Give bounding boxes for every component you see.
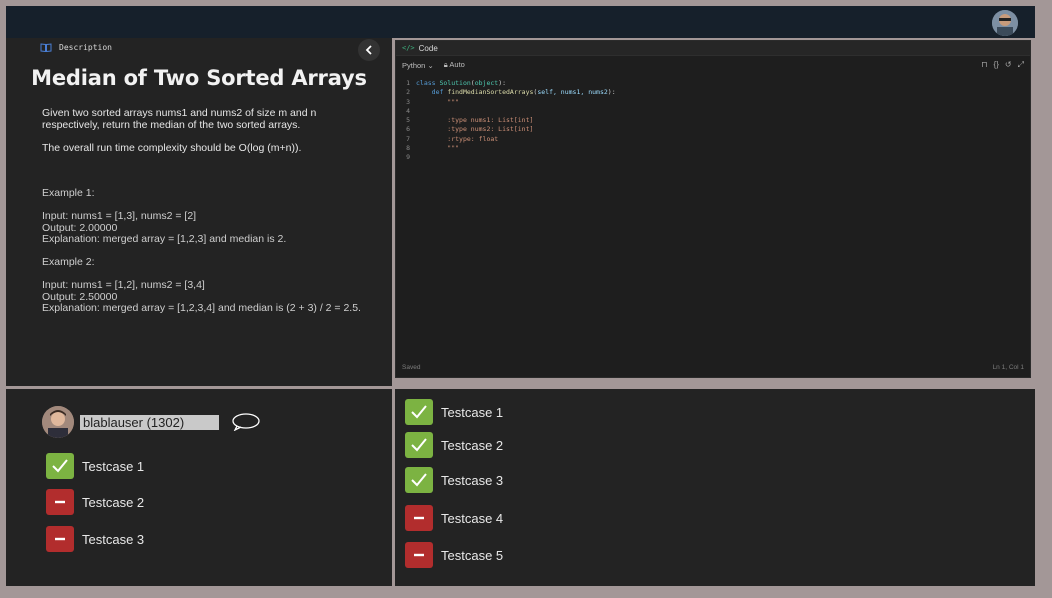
example-line: Explanation: merged array = [1,2,3] and … <box>42 233 287 245</box>
language-select[interactable]: Python ⌄ <box>402 61 434 70</box>
example-line: Input: nums1 = [1,3], nums2 = [2] <box>42 210 197 222</box>
chat-bubble-icon[interactable] <box>231 413 261 431</box>
problem-statement: Given two sorted arrays nums1 and nums2 … <box>42 107 372 165</box>
testcase-label: Testcase 1 <box>82 458 145 474</box>
line-number: 9 <box>406 153 410 162</box>
mode-label: Auto <box>449 60 465 69</box>
top-bar <box>6 6 1035 38</box>
code-line: 7 :rtype: float <box>396 135 1030 144</box>
testcase-item[interactable]: Testcase 2 <box>405 432 503 458</box>
testcase-label: Testcase 2 <box>441 437 504 453</box>
code-line: 4 <box>396 107 1030 116</box>
testcase-item[interactable]: Testcase 3 <box>405 467 503 493</box>
testcase-item[interactable]: Testcase 3 <box>46 526 144 552</box>
line-number: 3 <box>406 97 410 106</box>
testcase-item[interactable]: Testcase 1 <box>46 453 144 479</box>
editor-status-bar: Saved Ln 1, Col 1 <box>402 364 1024 371</box>
code-line: 6 :type nums2: List[int] <box>396 125 1030 134</box>
code-tag-icon: </> <box>402 44 415 52</box>
user-avatar[interactable] <box>992 10 1018 36</box>
code-line: 3 """ <box>396 98 1030 107</box>
line-number: 7 <box>406 134 410 143</box>
line-number: 5 <box>406 116 410 125</box>
player-name: blablauser (1302) <box>80 414 219 430</box>
check-icon <box>405 467 433 493</box>
testcase-label: Testcase 2 <box>82 494 145 510</box>
code-toolbar: Python ⌄ 🔒︎ Auto ⊓ {} ↺ ⤢ <box>396 56 1030 74</box>
code-line: 2 def findMedianSortedArrays(self, nums1… <box>396 88 1030 97</box>
code-line: 9 <box>396 153 1030 162</box>
examples: Example 1: Input: nums1 = [1,3], nums2 =… <box>42 187 382 326</box>
minus-icon <box>405 542 433 568</box>
code-line: 8 """ <box>396 144 1030 153</box>
code-line: 5 :type nums1: List[int] <box>396 116 1030 125</box>
testcase-label: Testcase 3 <box>82 531 145 547</box>
example-label: Example 2: <box>42 256 95 268</box>
check-icon <box>405 399 433 425</box>
example-line: Input: nums1 = [1,2], nums2 = [3,4] <box>42 279 205 291</box>
testcase-panel: Testcase 1 Testcase 2 Testcase 3 Testcase 4… <box>395 389 1035 586</box>
code-panel: </> Code Python ⌄ 🔒︎ Auto ⊓ {} ↺ ⤢ 1 clas… <box>395 40 1031 378</box>
bookmark-icon[interactable]: ⊓ <box>981 60 987 70</box>
example-label: Example 1: <box>42 187 95 199</box>
example-line: Explanation: merged array = [1,2,3,4] an… <box>42 302 361 314</box>
minus-icon <box>405 505 433 531</box>
testcase-item[interactable]: Testcase 2 <box>46 489 144 515</box>
player-row: blablauser (1302) <box>42 406 261 438</box>
language-label: Python <box>402 60 426 70</box>
description-tab-label: Description <box>59 43 112 52</box>
testcase-label: Testcase 5 <box>441 547 504 563</box>
line-number: 8 <box>406 144 410 153</box>
code-line: 1 class Solution(object): <box>396 79 1030 88</box>
player-panel: blablauser (1302) Testcase 1 Testcase 2 Te… <box>6 389 392 586</box>
reset-icon[interactable]: ↺ <box>1005 60 1012 70</box>
expand-icon[interactable]: ⤢ <box>1018 60 1024 70</box>
line-number: 1 <box>406 79 410 87</box>
line-number: 2 <box>406 88 410 97</box>
book-icon <box>40 43 52 52</box>
description-panel: Description Median of Two Sorted Arrays … <box>6 38 392 386</box>
cursor-position: Ln 1, Col 1 <box>992 364 1024 371</box>
line-number: 4 <box>406 106 410 115</box>
save-status: Saved <box>402 364 421 371</box>
testcase-item[interactable]: Testcase 1 <box>405 399 503 425</box>
problem-paragraph: The overall run time complexity should b… <box>42 142 302 154</box>
testcase-label: Testcase 1 <box>441 404 504 420</box>
line-number: 6 <box>406 125 410 134</box>
check-icon <box>405 432 433 458</box>
testcase-label: Testcase 4 <box>441 510 504 526</box>
minus-icon <box>46 489 74 515</box>
chevron-left-icon <box>365 45 372 55</box>
code-tab[interactable]: </> Code <box>396 41 1030 56</box>
lock-icon: 🔒︎ <box>443 60 448 69</box>
testcase-item[interactable]: Testcase 5 <box>405 542 503 568</box>
code-editor[interactable]: 1 class Solution(object): 2 def findMedian… <box>396 79 1030 163</box>
braces-icon[interactable]: {} <box>994 60 999 70</box>
code-tab-label: Code <box>418 43 438 53</box>
testcase-item[interactable]: Testcase 4 <box>405 505 503 531</box>
problem-paragraph: Given two sorted arrays nums1 and nums2 … <box>42 107 317 131</box>
player-avatar <box>42 406 74 438</box>
mode-select[interactable]: 🔒︎ Auto <box>444 60 465 70</box>
problem-title: Median of Two Sorted Arrays <box>31 66 367 90</box>
description-tab[interactable]: Description <box>40 43 112 52</box>
testcase-label: Testcase 3 <box>441 472 504 488</box>
collapse-button[interactable] <box>358 39 380 61</box>
check-icon <box>46 453 74 479</box>
minus-icon <box>46 526 74 552</box>
